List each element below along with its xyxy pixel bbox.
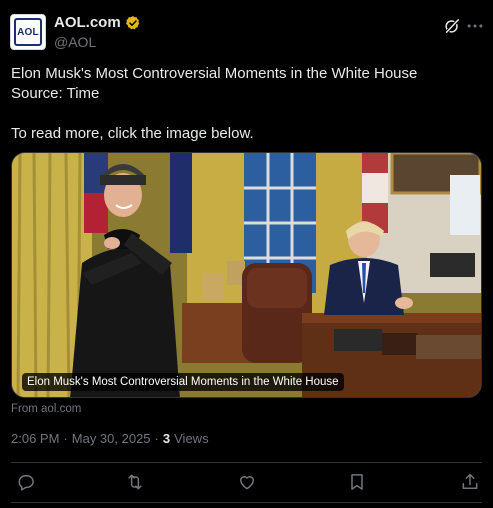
oval-office-photo [12, 153, 481, 397]
link-card-image[interactable]: Elon Musk's Most Controversial Moments i… [11, 152, 482, 398]
post-date[interactable]: May 30, 2025 [72, 431, 151, 446]
verified-badge-icon[interactable] [125, 15, 141, 31]
post-text-line-1: Elon Musk's Most Controversial Moments i… [11, 65, 418, 82]
avatar-text: AOL [17, 26, 39, 38]
repost-icon[interactable] [125, 472, 145, 492]
display-name[interactable]: AOL.com [54, 14, 121, 31]
reply-icon[interactable] [16, 472, 36, 492]
author-name-row: AOL.com [54, 14, 141, 31]
post-text-line-4: To read more, click the image below. [11, 125, 254, 142]
like-icon[interactable] [237, 472, 257, 492]
grok-icon[interactable] [442, 16, 462, 36]
more-dots-icon[interactable] [465, 16, 485, 36]
handle[interactable]: @AOL [54, 34, 96, 50]
views-count[interactable]: 3 [163, 431, 170, 446]
card-caption: Elon Musk's Most Controversial Moments i… [22, 373, 344, 391]
card-source-link[interactable]: From aol.com [11, 403, 81, 415]
post-text-blank-line [11, 104, 481, 124]
meta-separator: · [63, 431, 68, 446]
bookmark-icon[interactable] [347, 472, 367, 492]
share-icon[interactable] [460, 472, 480, 492]
post-meta: 2:06 PM · May 30, 2025 · 3 Views [11, 431, 209, 446]
aol-logo: AOL [14, 18, 42, 46]
action-bar [0, 472, 493, 492]
divider [11, 502, 482, 503]
meta-separator: · [154, 431, 159, 446]
post-text-line-2: Source: Time [11, 85, 100, 102]
views-label: Views [174, 431, 209, 446]
avatar[interactable]: AOL [10, 14, 46, 50]
post-text: Elon Musk's Most Controversial Moments i… [11, 64, 481, 144]
post-time[interactable]: 2:06 PM [11, 431, 59, 446]
divider [11, 462, 482, 463]
post: AOL AOL.com @AOL Elon Musk's Most Contro… [0, 0, 493, 508]
